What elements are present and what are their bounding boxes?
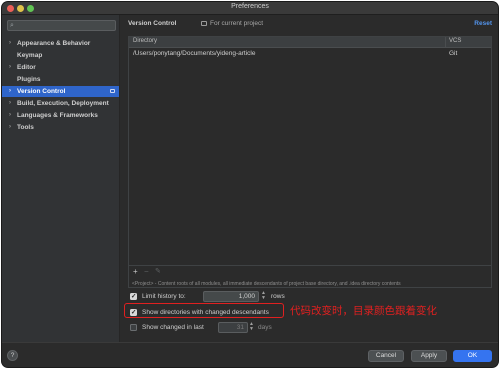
changed-days-unit: days bbox=[258, 324, 272, 331]
vcs-mappings-table: Directory VCS /Users/ponytang/Documents/… bbox=[128, 36, 492, 288]
annotation-highlight-box bbox=[124, 303, 284, 318]
column-divider bbox=[445, 37, 446, 47]
table-header: Directory VCS bbox=[129, 37, 491, 48]
window-title: Preferences bbox=[231, 3, 269, 10]
show-changed-label: Show changed in last bbox=[142, 324, 204, 331]
chevron-right-icon[interactable]: › bbox=[9, 38, 11, 49]
sidebar-item-keymap[interactable]: Keymap bbox=[2, 50, 119, 61]
sidebar-item-label: Version Control bbox=[17, 88, 66, 95]
sidebar-item-label: Languages & Frameworks bbox=[17, 112, 98, 119]
version-control-panel: Version Control For current project Rese… bbox=[120, 15, 498, 342]
directory-cell: /Users/ponytang/Documents/yideng-article bbox=[133, 50, 256, 57]
sidebar-item-appearance-behavior[interactable]: › Appearance & Behavior bbox=[2, 38, 119, 49]
chevron-right-icon[interactable]: › bbox=[9, 86, 11, 97]
add-mapping-button[interactable]: + bbox=[133, 266, 138, 277]
dialog-footer: ? Cancel Apply OK bbox=[2, 342, 498, 367]
project-hint-text: <Project> - Content roots of all modules… bbox=[132, 281, 401, 287]
sidebar-item-label: Keymap bbox=[17, 52, 43, 59]
limit-history-checkbox[interactable]: ✓ bbox=[130, 293, 137, 300]
checkmark-icon: ✓ bbox=[131, 293, 137, 300]
show-changed-checkbox[interactable] bbox=[130, 324, 137, 331]
sidebar-item-label: Editor bbox=[17, 64, 36, 71]
show-changed-option: Show changed in last 31 ▲ ▼ days bbox=[130, 322, 370, 333]
sidebar-item-plugins[interactable]: Plugins bbox=[2, 74, 119, 85]
sidebar-item-label: Tools bbox=[17, 124, 34, 131]
history-rows-unit: rows bbox=[271, 293, 285, 300]
apply-button[interactable]: Apply bbox=[411, 350, 447, 362]
table-toolbar: + − ✎ bbox=[128, 265, 492, 278]
history-rows-stepper[interactable]: ▲ ▼ bbox=[261, 291, 267, 302]
settings-search-input[interactable]: ⌕ bbox=[7, 20, 116, 31]
sidebar-item-languages-frameworks[interactable]: › Languages & Frameworks bbox=[2, 110, 119, 121]
sidebar-item-label: Plugins bbox=[17, 76, 41, 83]
title-bar: Preferences bbox=[2, 2, 498, 15]
project-scope-icon bbox=[110, 89, 115, 93]
settings-sidebar: ⌕ › Appearance & Behavior Keymap › Editor Plu… bbox=[2, 15, 120, 342]
chevron-right-icon[interactable]: › bbox=[9, 122, 11, 133]
changed-days-field[interactable]: 31 bbox=[218, 322, 248, 333]
help-button[interactable]: ? bbox=[7, 350, 18, 361]
sidebar-item-label: Appearance & Behavior bbox=[17, 40, 91, 47]
remove-mapping-button[interactable]: − bbox=[144, 266, 149, 277]
sidebar-item-tools[interactable]: › Tools bbox=[2, 122, 119, 133]
sidebar-item-version-control[interactable]: › Version Control bbox=[2, 86, 119, 97]
panel-scope-label: For current project bbox=[210, 20, 264, 27]
table-row[interactable]: /Users/ponytang/Documents/yideng-article… bbox=[129, 49, 491, 59]
search-icon: ⌕ bbox=[10, 22, 14, 29]
sidebar-item-build-execution-deployment[interactable]: › Build, Execution, Deployment bbox=[2, 98, 119, 109]
limit-history-label: Limit history to: bbox=[142, 293, 186, 300]
vcs-cell: Git bbox=[449, 50, 458, 57]
edit-mapping-button[interactable]: ✎ bbox=[155, 266, 161, 277]
cancel-button[interactable]: Cancel bbox=[368, 350, 404, 362]
annotation-text: 代码改变时，目录颜色跟着变化 bbox=[290, 305, 437, 317]
project-scope-icon bbox=[201, 21, 207, 26]
sidebar-item-label: Build, Execution, Deployment bbox=[17, 100, 109, 107]
panel-title: Version Control bbox=[128, 20, 177, 27]
history-rows-field[interactable]: 1,000 bbox=[203, 291, 259, 302]
chevron-right-icon[interactable]: › bbox=[9, 110, 11, 121]
changed-days-stepper[interactable]: ▲ ▼ bbox=[249, 322, 255, 333]
column-header-vcs[interactable]: VCS bbox=[449, 38, 461, 44]
sidebar-item-editor[interactable]: › Editor bbox=[2, 62, 119, 73]
chevron-right-icon[interactable]: › bbox=[9, 98, 11, 109]
limit-history-option: ✓ Limit history to: 1,000 ▲ ▼ rows bbox=[130, 291, 370, 302]
ok-button[interactable]: OK bbox=[453, 350, 492, 362]
column-header-directory[interactable]: Directory bbox=[133, 38, 157, 44]
chevron-right-icon[interactable]: › bbox=[9, 62, 11, 73]
reset-link[interactable]: Reset bbox=[474, 20, 492, 27]
